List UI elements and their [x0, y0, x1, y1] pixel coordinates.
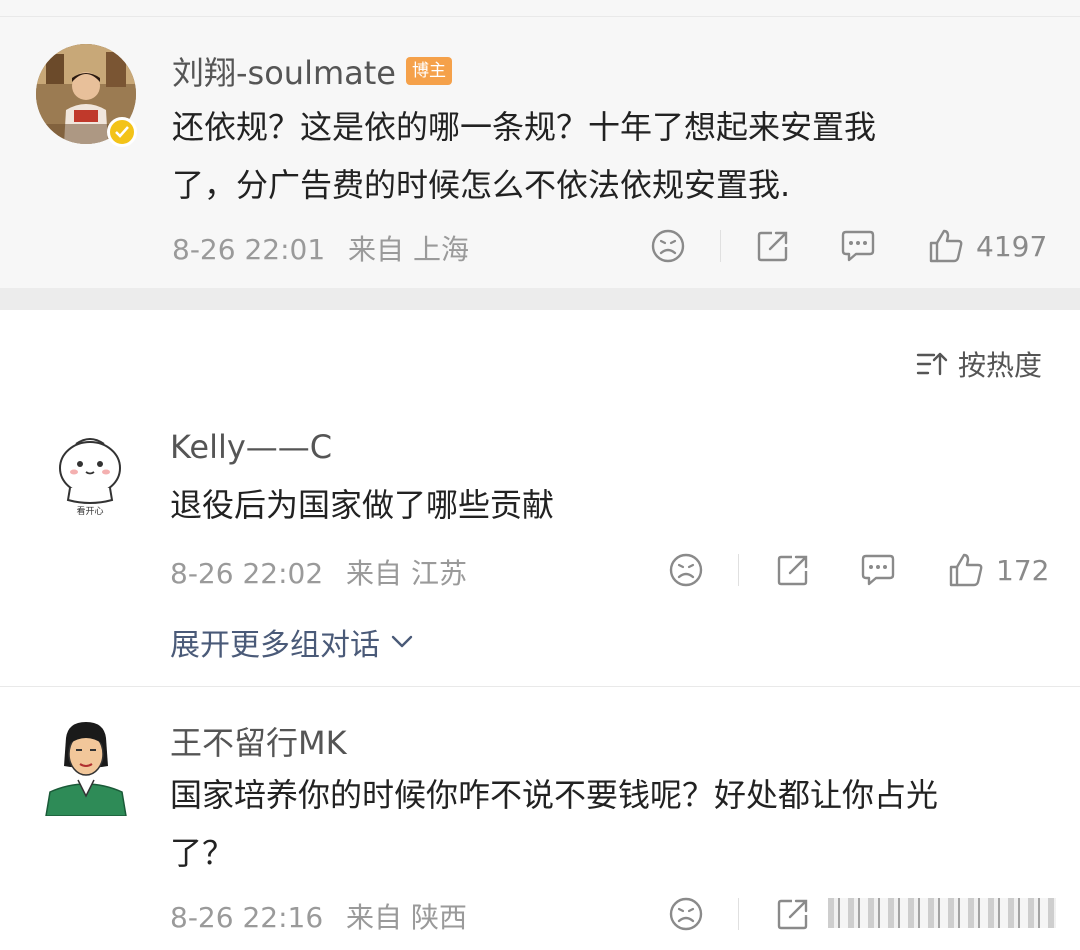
thumbs-up-icon: [949, 553, 983, 587]
avatar-caption: 看开心: [76, 505, 103, 517]
top-divider: [0, 16, 1080, 17]
sort-icon: [916, 352, 948, 376]
post-author-name[interactable]: 刘翔-soulmate 博主: [172, 48, 452, 94]
sad-face-icon: [669, 553, 703, 587]
comment-date: 8-26 22:02: [170, 557, 324, 590]
comment-location: 来自 江苏: [346, 557, 467, 590]
obscured-actions: [828, 898, 1056, 928]
like-button[interactable]: 172: [948, 550, 1049, 590]
comment-actions: 172: [668, 550, 1060, 590]
sort-label[interactable]: 按热度: [958, 344, 1042, 384]
action-divider: [738, 898, 739, 930]
like-button[interactable]: 4197: [928, 226, 1047, 266]
comment-button[interactable]: [840, 226, 876, 266]
dislike-button[interactable]: [668, 894, 704, 934]
comment-avatar[interactable]: [42, 716, 130, 816]
post-actions: 4197: [650, 226, 1060, 266]
comment-text-line1: 国家培养你的时候你咋不说不要钱呢？好处都让你占光: [170, 776, 939, 814]
comment-text: 国家培养你的时候你咋不说不要钱呢？好处都让你占光 了？: [170, 766, 938, 882]
comment-meta: 8-26 22:16 来自 陕西: [170, 896, 467, 936]
expand-label[interactable]: 展开更多组对话: [170, 620, 380, 664]
comment-icon: [861, 554, 895, 586]
comment-divider: [0, 686, 1080, 687]
action-divider: [720, 230, 721, 262]
section-separator: [0, 288, 1080, 310]
comment-author-name[interactable]: 王不留行MK: [170, 718, 347, 764]
share-button[interactable]: [776, 550, 810, 590]
share-button[interactable]: [776, 894, 810, 934]
share-icon: [777, 555, 808, 586]
post-text-line2: 了，分广告费的时候怎么不依法依规安置我.: [172, 166, 791, 204]
post-meta: 8-26 22:01 来自 上海: [172, 228, 469, 268]
comment-author-name[interactable]: Kelly——C: [170, 428, 332, 466]
sort-by-hot-button[interactable]: 按热度: [916, 344, 1042, 384]
comment-avatar[interactable]: 看开心: [52, 432, 128, 518]
sad-face-icon: [669, 897, 703, 931]
action-divider: [738, 554, 739, 586]
comment-date: 8-26 22:16: [170, 901, 324, 934]
post-text-line1: 还依规？这是依的哪一条规？十年了想起来安置我: [172, 108, 877, 146]
blogger-badge: 博主: [406, 57, 452, 85]
comment-meta: 8-26 22:02 来自 江苏: [170, 552, 467, 592]
comment-icon: [841, 230, 875, 262]
like-count: 172: [996, 553, 1050, 587]
verified-icon: [107, 117, 137, 147]
comment-text: 退役后为国家做了哪些贡献: [170, 486, 555, 524]
post-author-name-text[interactable]: 刘翔-soulmate: [172, 54, 396, 92]
share-button[interactable]: [756, 226, 790, 266]
post-location: 来自 上海: [348, 233, 469, 266]
share-icon: [777, 899, 808, 930]
post-text: 还依规？这是依的哪一条规？十年了想起来安置我 了，分广告费的时候怎么不依法依规安…: [172, 98, 876, 214]
sad-face-icon: [651, 229, 685, 263]
expand-more-conversations-link[interactable]: 展开更多组对话: [170, 620, 414, 664]
comment-text-line2: 了？: [170, 834, 235, 872]
post-date: 8-26 22:01: [172, 233, 326, 266]
thumbs-up-icon: [929, 229, 963, 263]
chevron-down-icon: [391, 635, 413, 648]
comment-location: 来自 陕西: [346, 901, 467, 934]
share-icon: [757, 231, 788, 262]
like-count: 4197: [976, 229, 1048, 263]
dislike-button[interactable]: [650, 226, 686, 266]
comment-button[interactable]: [860, 550, 896, 590]
dislike-button[interactable]: [668, 550, 704, 590]
top-post: 刘翔-soulmate 博主 还依规？这是依的哪一条规？十年了想起来安置我 了，分…: [0, 0, 1080, 288]
